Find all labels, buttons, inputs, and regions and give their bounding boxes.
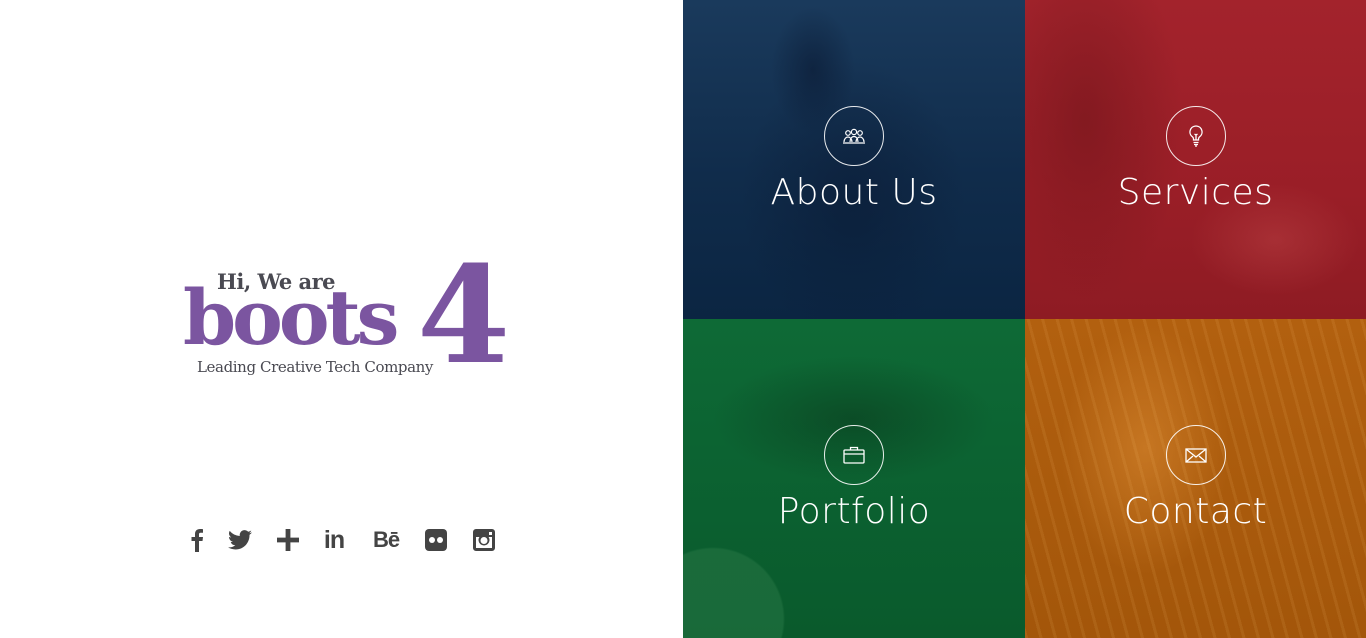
envelope-icon [1165,425,1226,485]
lightbulb-icon [1165,106,1226,166]
logo-tagline: Leading Creative Tech Company [197,358,433,376]
tile-portfolio[interactable]: Portfolio [683,319,1025,638]
tile-contact-label: Contact [1123,491,1268,532]
intro-panel: Hi, We are boots 4 Leading Creative Tech… [0,0,683,638]
people-icon [824,106,884,166]
tile-contact[interactable]: Contact [1025,319,1366,638]
tile-services-label: Services [1117,172,1274,213]
logo-brand: boots [183,273,399,362]
brand-logo: Hi, We are boots 4 Leading Creative Tech… [183,248,510,382]
behance-icon[interactable]: Bē [369,526,403,554]
tile-about-label: About Us [770,172,938,213]
twitter-icon[interactable] [226,526,254,554]
tile-portfolio-label: Portfolio [777,491,931,532]
instagram-icon[interactable] [470,526,498,554]
tile-about-us[interactable]: About Us [683,0,1025,319]
google-plus-icon[interactable] [274,526,302,554]
briefcase-icon [824,425,884,485]
linkedin-icon[interactable]: in [320,526,348,554]
facebook-icon[interactable] [183,526,211,554]
tile-services[interactable]: Services [1025,0,1366,319]
social-links: in Bē [183,526,503,556]
flickr-icon[interactable] [422,526,450,554]
